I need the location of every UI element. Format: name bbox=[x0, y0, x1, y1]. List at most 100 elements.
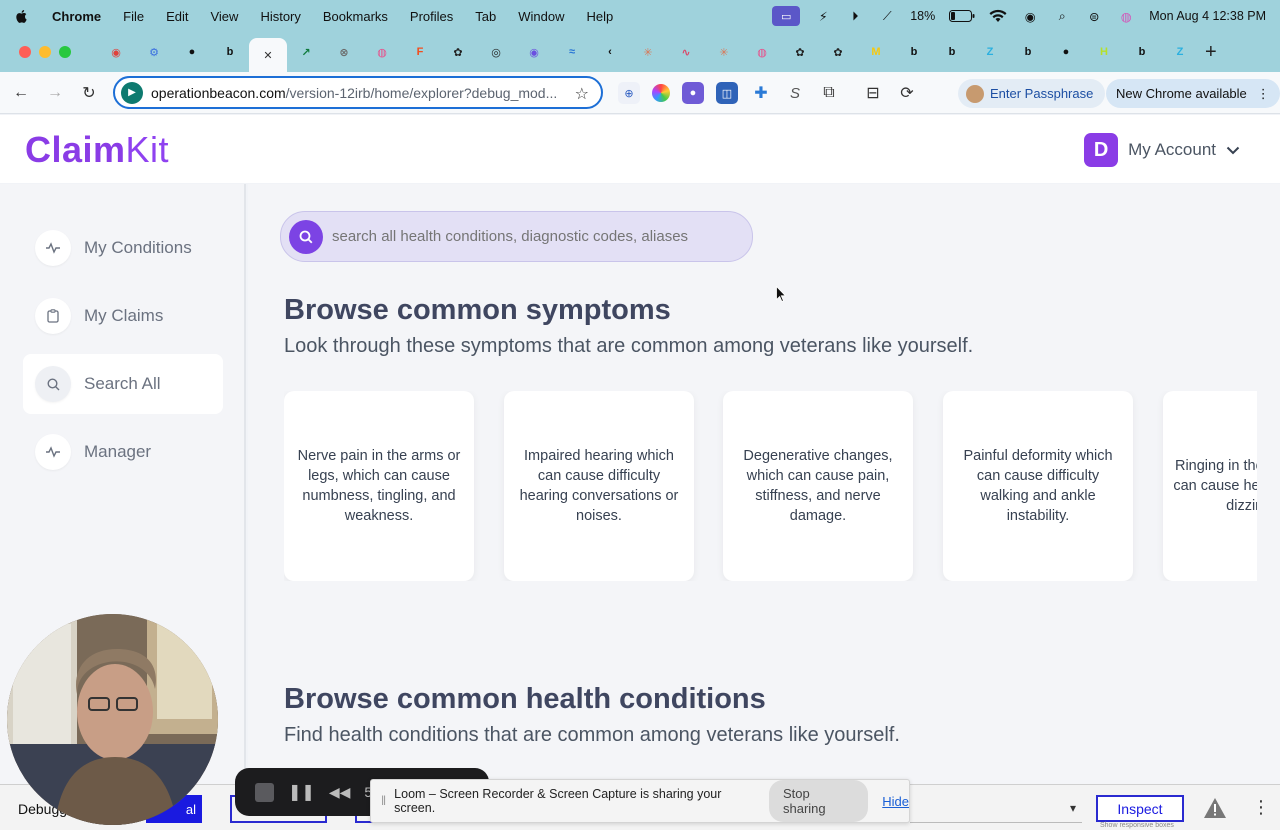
browser-tab[interactable]: ◉ bbox=[97, 37, 135, 67]
reload-button[interactable]: ↻ bbox=[72, 83, 106, 103]
browser-tab[interactable]: b bbox=[1123, 37, 1161, 67]
bolt-icon[interactable]: ⚡ bbox=[814, 7, 832, 25]
menu-bookmarks[interactable]: Bookmarks bbox=[323, 9, 388, 24]
sidebar-item-manager[interactable]: Manager bbox=[23, 422, 223, 482]
mute-icon[interactable]: ⟋ bbox=[878, 7, 896, 25]
password-extension-icon[interactable]: ⊕ bbox=[618, 82, 640, 104]
browser-tab[interactable]: ✳ bbox=[705, 37, 743, 67]
browser-tab[interactable]: b bbox=[1009, 37, 1047, 67]
browser-tab[interactable]: ⊗ bbox=[325, 37, 363, 67]
browser-tab[interactable]: ≈ bbox=[553, 37, 591, 67]
sidebar-item-my-conditions[interactable]: My Conditions bbox=[23, 218, 223, 278]
browser-tab[interactable]: ∿ bbox=[667, 37, 705, 67]
browser-tab[interactable]: ✿ bbox=[819, 37, 857, 67]
user-circle-icon[interactable]: ◉ bbox=[1021, 7, 1039, 25]
element-select-dropdown[interactable]: ▾ bbox=[910, 795, 1082, 823]
wifi-icon[interactable] bbox=[989, 7, 1007, 25]
app-header: ClaimKit D My Account bbox=[0, 115, 1280, 183]
extensions-menu-icon[interactable]: ⧉ bbox=[818, 82, 840, 104]
symptom-card[interactable]: Painful deformity which can cause diffic… bbox=[943, 391, 1133, 581]
zoom-window-button[interactable] bbox=[59, 46, 71, 58]
sync-icon[interactable]: ⟳ bbox=[896, 82, 918, 104]
screen-share-icon[interactable]: ▭ bbox=[772, 6, 801, 26]
menu-history[interactable]: History bbox=[260, 9, 300, 24]
site-info-icon[interactable]: ▶ bbox=[121, 81, 143, 104]
back-button[interactable]: ← bbox=[4, 84, 38, 102]
browser-tab[interactable]: ◍ bbox=[743, 37, 781, 67]
browser-tab[interactable]: ⚙ bbox=[135, 37, 173, 67]
close-icon[interactable]: ✕ bbox=[261, 48, 275, 62]
menu-app-name[interactable]: Chrome bbox=[52, 9, 101, 24]
sidebar-item-search-all[interactable]: Search All bbox=[23, 354, 223, 414]
drag-handle-icon[interactable]: ‖ bbox=[381, 794, 386, 808]
sidebar-item-my-claims[interactable]: My Claims bbox=[23, 286, 223, 346]
menu-tab[interactable]: Tab bbox=[475, 9, 496, 24]
close-window-button[interactable] bbox=[19, 46, 31, 58]
forward-button[interactable]: → bbox=[38, 84, 72, 102]
extension-badge-icon[interactable]: ● bbox=[682, 82, 704, 104]
pause-icon[interactable]: ❚❚ bbox=[288, 782, 315, 802]
browser-tab[interactable]: ‹ bbox=[591, 37, 629, 67]
search-icon[interactable] bbox=[289, 219, 323, 254]
address-bar[interactable]: ▶ operationbeacon.com/version-12irb/home… bbox=[113, 76, 603, 109]
siri-icon[interactable]: ◍ bbox=[1117, 7, 1135, 25]
menu-help[interactable]: Help bbox=[587, 9, 614, 24]
menubar-datetime[interactable]: Mon Aug 4 12:38 PM bbox=[1149, 9, 1266, 23]
symptom-card[interactable]: Ringing in the ears, which can cause hea… bbox=[1163, 391, 1257, 581]
browser-tab[interactable]: F bbox=[401, 37, 439, 67]
stop-recording-button[interactable] bbox=[255, 782, 274, 802]
hide-banner-link[interactable]: Hide bbox=[882, 794, 909, 809]
browser-tab[interactable]: Z bbox=[1161, 37, 1199, 67]
webcam-bubble[interactable] bbox=[7, 614, 218, 825]
menu-profiles[interactable]: Profiles bbox=[410, 9, 453, 24]
stop-sharing-button[interactable]: Stop sharing bbox=[769, 780, 869, 822]
claimkit-logo[interactable]: ClaimKit bbox=[25, 129, 169, 171]
color-wheel-extension-icon[interactable] bbox=[652, 84, 670, 102]
tab-search-icon[interactable]: ⊟ bbox=[862, 82, 884, 104]
control-center-icon[interactable]: ⊜ bbox=[1085, 7, 1103, 25]
account-menu[interactable]: D My Account bbox=[1084, 133, 1240, 167]
browser-tab[interactable]: ● bbox=[1047, 37, 1085, 67]
menu-window[interactable]: Window bbox=[518, 9, 564, 24]
extension-count-icon[interactable]: ◫ bbox=[716, 82, 738, 104]
apple-icon[interactable] bbox=[14, 8, 30, 24]
browser-tab[interactable]: b bbox=[933, 37, 971, 67]
new-chrome-available-button[interactable]: New Chrome available ⋮ bbox=[1106, 79, 1280, 108]
symptom-card[interactable]: Impaired hearing which can cause difficu… bbox=[504, 391, 694, 581]
browser-tab[interactable]: ◎ bbox=[477, 37, 515, 67]
browser-tab[interactable]: M bbox=[857, 37, 895, 67]
symptom-card[interactable]: Degenerative changes, which can cause pa… bbox=[723, 391, 913, 581]
play-circle-icon[interactable]: ⏵ bbox=[846, 7, 864, 25]
browser-tab[interactable]: Z bbox=[971, 37, 1009, 67]
new-tab-button[interactable]: + bbox=[1205, 41, 1217, 64]
symptom-card[interactable]: Nerve pain in the arms or legs, which ca… bbox=[284, 391, 474, 581]
bookmark-star-icon[interactable]: ☆ bbox=[575, 84, 589, 104]
rewind-icon[interactable]: ◀◀ bbox=[329, 784, 351, 801]
spotlight-search-icon[interactable]: ⌕ bbox=[1053, 7, 1071, 25]
battery-icon[interactable] bbox=[949, 7, 975, 25]
more-options-icon[interactable]: ⋮ bbox=[1252, 797, 1270, 818]
menu-file[interactable]: File bbox=[123, 9, 144, 24]
kebab-menu-icon[interactable]: ⋮ bbox=[1257, 86, 1270, 102]
browser-tab[interactable]: ✿ bbox=[781, 37, 819, 67]
active-tab[interactable]: ✕ bbox=[249, 38, 287, 72]
menu-view[interactable]: View bbox=[210, 9, 238, 24]
search-input[interactable] bbox=[332, 228, 732, 245]
warning-icon[interactable] bbox=[1203, 797, 1227, 819]
browser-tab[interactable]: b bbox=[211, 37, 249, 67]
browser-tab[interactable]: ↗ bbox=[287, 37, 325, 67]
browser-tab[interactable]: H bbox=[1085, 37, 1123, 67]
browser-tab[interactable]: b bbox=[895, 37, 933, 67]
minimize-window-button[interactable] bbox=[39, 46, 51, 58]
browser-tab[interactable]: ◍ bbox=[363, 37, 401, 67]
enter-passphrase-button[interactable]: Enter Passphrase bbox=[958, 79, 1106, 108]
menu-edit[interactable]: Edit bbox=[166, 9, 188, 24]
puzzle-extension-icon[interactable]: ✚ bbox=[750, 82, 772, 104]
inspect-button[interactable]: Inspect bbox=[1096, 795, 1184, 822]
s-extension-icon[interactable]: S bbox=[784, 82, 806, 104]
browser-tab[interactable]: ◉ bbox=[515, 37, 553, 67]
browser-tab[interactable]: ✿ bbox=[439, 37, 477, 67]
browser-tab[interactable]: ✳ bbox=[629, 37, 667, 67]
search-bar[interactable] bbox=[280, 211, 753, 262]
browser-tab[interactable]: ● bbox=[173, 37, 211, 67]
